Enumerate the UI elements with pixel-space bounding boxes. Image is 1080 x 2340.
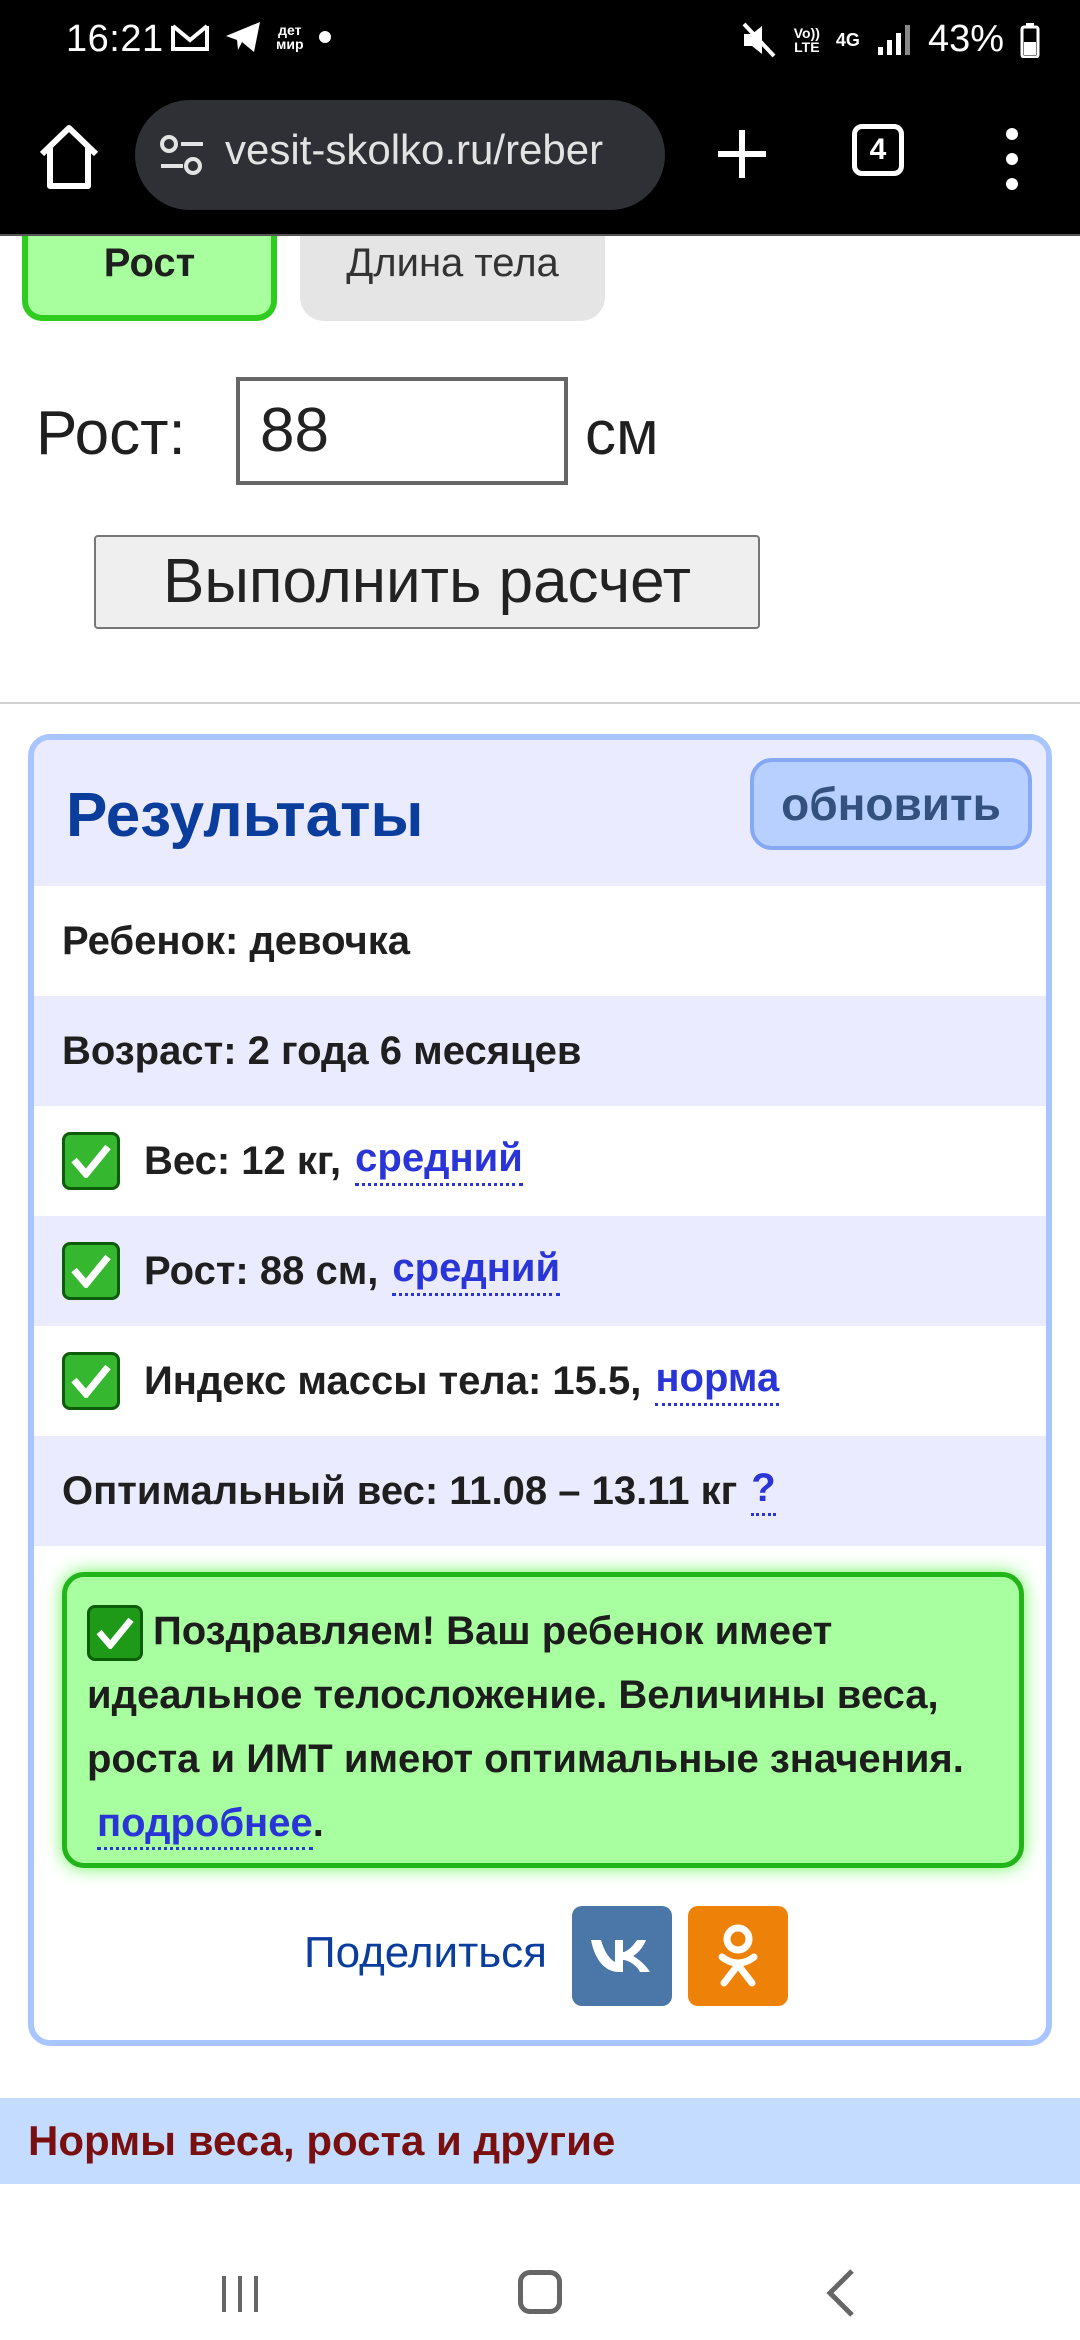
optimal-help-link[interactable]: ?	[751, 1466, 776, 1516]
optimal-weight-row: Оптимальный вес: 11.08 – 13.11 кг ?	[34, 1436, 1046, 1546]
battery-percent: 43%	[927, 18, 1004, 60]
height-label: Рост:	[36, 399, 186, 468]
volte-line2: LTE	[794, 38, 820, 55]
odnoklassniki-icon	[718, 1924, 758, 1987]
refresh-button[interactable]: обновить	[750, 758, 1032, 850]
signal-icon	[877, 24, 910, 55]
height-input[interactable]: 88	[236, 377, 568, 485]
divider	[0, 702, 1080, 704]
detmir-icon: дет мир	[276, 23, 304, 51]
system-navigation-bar	[0, 2184, 1080, 2340]
results-header: Результаты обновить	[34, 740, 1046, 886]
mute-icon	[742, 22, 776, 57]
more-menu-icon[interactable]	[1002, 124, 1022, 194]
height-result-text: Рост: 88 см,	[144, 1248, 379, 1293]
status-bar: 16:21 дет мир Vo)) LTE 4G 43%	[0, 0, 1080, 84]
share-label: Поделиться	[304, 1928, 547, 1977]
network-type: 4G	[835, 29, 860, 50]
age-text: Возраст: 2 года 6 месяцев	[62, 1028, 582, 1073]
age-row: Возраст: 2 года 6 месяцев	[34, 996, 1046, 1106]
status-time: 16:21	[66, 18, 164, 60]
child-text: Ребенок: девочка	[62, 918, 411, 963]
browser-toolbar: vesit-skolko.ru/reber 4	[0, 84, 1080, 236]
ok-share-button[interactable]	[688, 1906, 788, 2006]
weight-status-link[interactable]: средний	[355, 1136, 523, 1186]
home-icon[interactable]	[36, 122, 102, 192]
notification-icons: дет мир	[170, 20, 332, 54]
url-text[interactable]: vesit-skolko.ru/reber	[225, 126, 655, 174]
site-settings-icon[interactable]	[157, 132, 207, 178]
checkmark-icon	[62, 1242, 120, 1300]
new-tab-icon[interactable]	[712, 124, 772, 184]
share-section: Поделиться	[34, 1906, 1046, 2006]
weight-row: Вес: 12 кг, средний	[34, 1106, 1046, 1216]
volte-icon: Vo)) LTE	[794, 26, 820, 54]
results-card: Результаты обновить Ребенок: девочка Воз…	[28, 734, 1052, 2046]
optimal-weight-text: Оптимальный вес: 11.08 – 13.11 кг	[62, 1468, 738, 1513]
height-status-link[interactable]: средний	[392, 1246, 561, 1296]
battery-icon	[1020, 22, 1040, 58]
back-icon[interactable]	[826, 2268, 856, 2318]
vk-icon	[591, 1940, 650, 1972]
detmir-line1: дет	[278, 22, 302, 38]
checkmark-icon	[87, 1605, 143, 1662]
detmir-line2: мир	[276, 36, 304, 52]
recent-apps-icon[interactable]	[218, 2272, 262, 2316]
system-icons: Vo)) LTE 4G 43%	[740, 18, 1040, 61]
address-bar[interactable]: vesit-skolko.ru/reber	[135, 100, 665, 210]
congrats-box: Поздравляем! Ваш ребенок имеет идеальное…	[62, 1572, 1024, 1868]
congrats-period: .	[312, 1801, 324, 1845]
checkmark-icon	[62, 1352, 120, 1410]
tab-height[interactable]: Рост	[22, 236, 277, 321]
height-unit: см	[585, 399, 659, 468]
child-row: Ребенок: девочка	[34, 886, 1046, 996]
tab-switcher-button[interactable]: 4	[852, 124, 904, 176]
vk-share-button[interactable]	[572, 1906, 672, 2006]
bmi-text: Индекс массы тела: 15.5,	[144, 1358, 642, 1403]
telegram-icon	[226, 22, 260, 52]
bmi-status-link[interactable]: норма	[655, 1356, 780, 1406]
gmail-icon	[171, 24, 209, 51]
dot-icon	[318, 31, 331, 43]
norms-section-header[interactable]: Нормы веса, роста и другие	[0, 2098, 1080, 2184]
weight-text: Вес: 12 кг,	[144, 1138, 342, 1183]
height-row: Рост: 88 см, средний	[34, 1216, 1046, 1326]
volte-line1: Vo))	[793, 24, 820, 41]
checkmark-icon	[62, 1132, 120, 1190]
calculate-button[interactable]: Выполнить расчет	[94, 535, 760, 629]
bmi-row: Индекс массы тела: 15.5, норма	[34, 1326, 1046, 1436]
congrats-text: Поздравляем! Ваш ребенок имеет идеальное…	[87, 1609, 964, 1781]
more-details-link[interactable]: подробнее	[97, 1801, 313, 1850]
home-nav-icon[interactable]	[518, 2270, 562, 2314]
results-title: Результаты	[66, 781, 424, 850]
tab-body-length[interactable]: Длина тела	[300, 236, 605, 321]
